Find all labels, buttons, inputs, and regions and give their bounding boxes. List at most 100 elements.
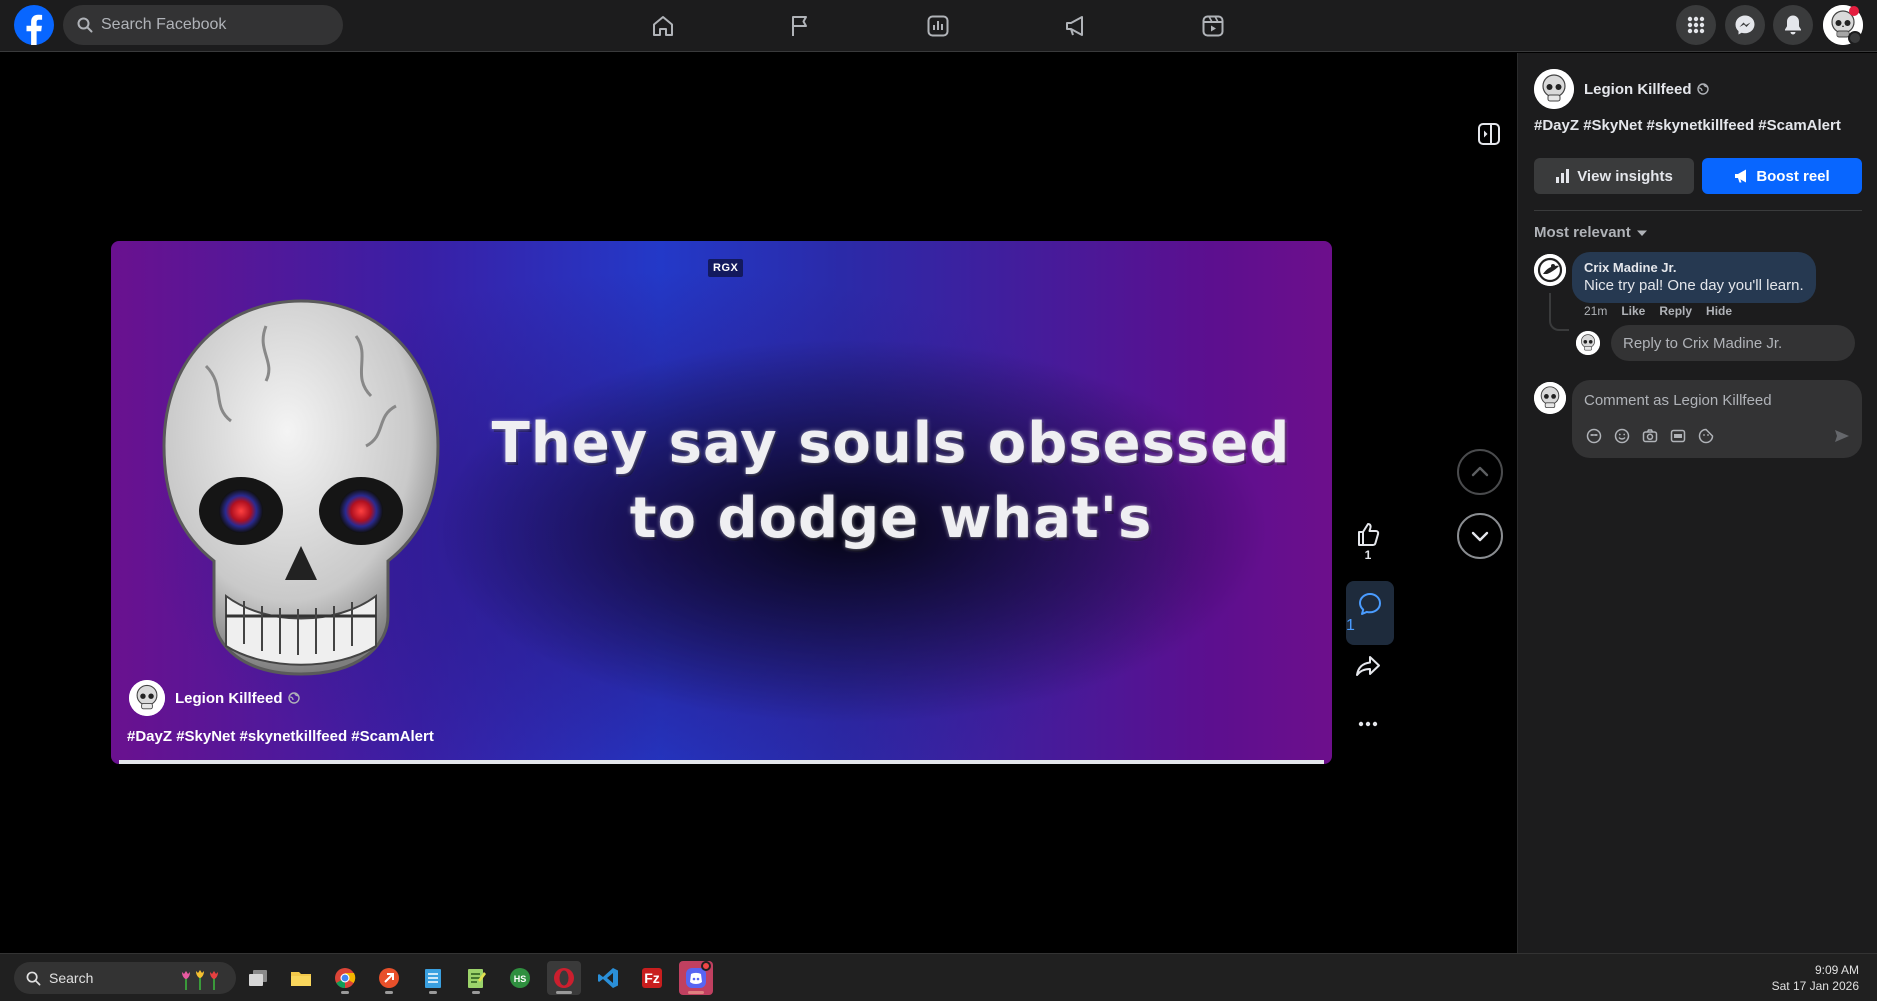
caption-line-2: to dodge what's	[629, 486, 1153, 551]
comment-input[interactable]	[1584, 392, 1850, 409]
running-indicator	[472, 991, 480, 994]
nav-home[interactable]	[608, 7, 718, 45]
comment-text: Nice try pal! One day you'll learn.	[1584, 277, 1804, 294]
like-button[interactable]: 1	[1346, 520, 1390, 562]
video-progress-bar[interactable]	[119, 760, 1324, 764]
facebook-logo-icon[interactable]	[14, 5, 54, 45]
nav-reels[interactable]	[1158, 7, 1268, 45]
nav-ads[interactable]	[1021, 7, 1131, 45]
search-icon	[77, 17, 93, 33]
notepad-plus-button[interactable]	[459, 961, 493, 995]
more-options-button[interactable]	[1346, 718, 1390, 730]
caret-down-icon	[1636, 230, 1647, 236]
chevron-down-icon[interactable]	[1848, 31, 1862, 45]
thumbs-up-icon	[1358, 523, 1380, 546]
discord-button[interactable]	[679, 961, 713, 995]
home-icon	[653, 16, 673, 36]
emoji-button[interactable]	[1612, 426, 1632, 446]
comment-count: 1	[1346, 617, 1355, 634]
comment-hide-link[interactable]: Hide	[1706, 304, 1732, 318]
app-button-orange[interactable]	[372, 961, 406, 995]
owner-avatar[interactable]	[1534, 69, 1574, 109]
reply-thread-line	[1549, 293, 1569, 331]
reply-input[interactable]	[1623, 334, 1855, 352]
comment-reply-link[interactable]: Reply	[1659, 304, 1692, 318]
share-arrow-icon	[1356, 656, 1380, 676]
menu-button[interactable]	[1676, 5, 1716, 45]
opera-button[interactable]	[547, 961, 581, 995]
comment-bubble[interactable]: Crix Madine Jr. Nice try pal! One day yo…	[1572, 252, 1816, 303]
collapse-panel-button[interactable]	[1476, 121, 1502, 147]
panel-hashtags[interactable]: #DayZ #SkyNet #skynetkillfeed #ScamAlert	[1534, 117, 1841, 134]
commenter-avatar[interactable]	[1534, 254, 1566, 286]
notification-dot	[1849, 6, 1859, 16]
sticker-button[interactable]	[1696, 426, 1716, 446]
opera-icon	[554, 968, 574, 988]
comment-actions: 21m Like Reply Hide	[1584, 304, 1746, 318]
notepad-button[interactable]	[416, 961, 450, 995]
skull-artwork	[162, 299, 440, 676]
avatar-sticker-button[interactable]	[1584, 426, 1604, 446]
send-comment-button[interactable]	[1834, 428, 1850, 444]
comments-panel: Legion Killfeed #DayZ #SkyNet #skynetkil…	[1517, 53, 1877, 953]
search-icon	[26, 971, 41, 985]
system-clock[interactable]: 9:09 AM Sat 17 Jan 2026	[1772, 962, 1859, 994]
search-input[interactable]	[101, 16, 321, 34]
reel-video[interactable]: RGX They say souls obsessed to dodge wha…	[111, 241, 1332, 764]
heidisql-button[interactable]: HS	[503, 961, 537, 995]
comment-author[interactable]: Crix Madine Jr.	[1584, 260, 1804, 275]
comment-composer[interactable]	[1572, 380, 1862, 458]
messenger-icon	[1735, 15, 1755, 35]
gif-button[interactable]	[1668, 426, 1688, 446]
my-avatar[interactable]	[1534, 382, 1566, 414]
taskbar-search[interactable]: Search	[14, 962, 236, 994]
comment-bubble-icon	[1359, 593, 1381, 615]
camera-button[interactable]	[1640, 426, 1660, 446]
like-count: 1	[1364, 548, 1372, 562]
svg-text:HS: HS	[514, 974, 527, 984]
video-progress-fill	[119, 760, 1324, 764]
owner-name[interactable]: Legion Killfeed	[1584, 81, 1692, 98]
boost-reel-label: Boost reel	[1756, 167, 1830, 185]
next-reel-button[interactable]	[1457, 513, 1503, 559]
owner-name[interactable]: Legion Killfeed	[175, 690, 283, 707]
file-explorer-button[interactable]	[284, 961, 318, 995]
reply-field[interactable]	[1611, 325, 1855, 361]
globe-icon	[287, 692, 300, 704]
search-bar[interactable]	[63, 5, 343, 45]
reel-hashtags[interactable]: #DayZ #SkyNet #skynetkillfeed #ScamAlert	[127, 728, 434, 745]
top-navigation-bar	[0, 0, 1877, 52]
panel-toggle-icon	[1478, 123, 1500, 145]
comment-time[interactable]: 21m	[1584, 304, 1607, 318]
menu-grid-icon	[1687, 16, 1705, 34]
filezilla-button[interactable]: Fz	[635, 961, 669, 995]
nav-pages[interactable]	[745, 7, 855, 45]
running-indicator	[429, 991, 437, 994]
running-indicator	[688, 991, 704, 994]
chevron-down-icon	[1471, 531, 1489, 542]
chrome-button[interactable]	[328, 961, 362, 995]
notifications-button[interactable]	[1773, 5, 1813, 45]
vscode-button[interactable]	[591, 961, 625, 995]
nav-insights[interactable]	[883, 7, 993, 45]
comment-sort-dropdown[interactable]: Most relevant	[1534, 224, 1647, 241]
comment-button[interactable]: 1	[1346, 581, 1394, 645]
view-insights-label: View insights	[1577, 167, 1673, 185]
previous-reel-button[interactable]	[1457, 449, 1503, 495]
avatar-icon	[1534, 254, 1566, 286]
panel-owner[interactable]: Legion Killfeed	[1534, 69, 1709, 109]
comment-like-link[interactable]: Like	[1621, 304, 1645, 318]
messenger-button[interactable]	[1725, 5, 1765, 45]
owner-avatar[interactable]	[129, 680, 165, 716]
boost-reel-button[interactable]: Boost reel	[1702, 158, 1862, 194]
chevron-up-icon	[1471, 466, 1489, 477]
reel-owner[interactable]: Legion Killfeed	[129, 680, 300, 716]
tulips-icon	[182, 970, 218, 990]
task-view-button[interactable]	[241, 961, 275, 995]
view-insights-button[interactable]: View insights	[1534, 158, 1694, 194]
clock-date: Sat 17 Jan 2026	[1771, 979, 1859, 993]
share-button[interactable]	[1346, 653, 1390, 681]
megaphone-icon	[1735, 169, 1747, 183]
reply-avatar	[1576, 331, 1600, 355]
filezilla-icon: Fz	[642, 968, 662, 988]
